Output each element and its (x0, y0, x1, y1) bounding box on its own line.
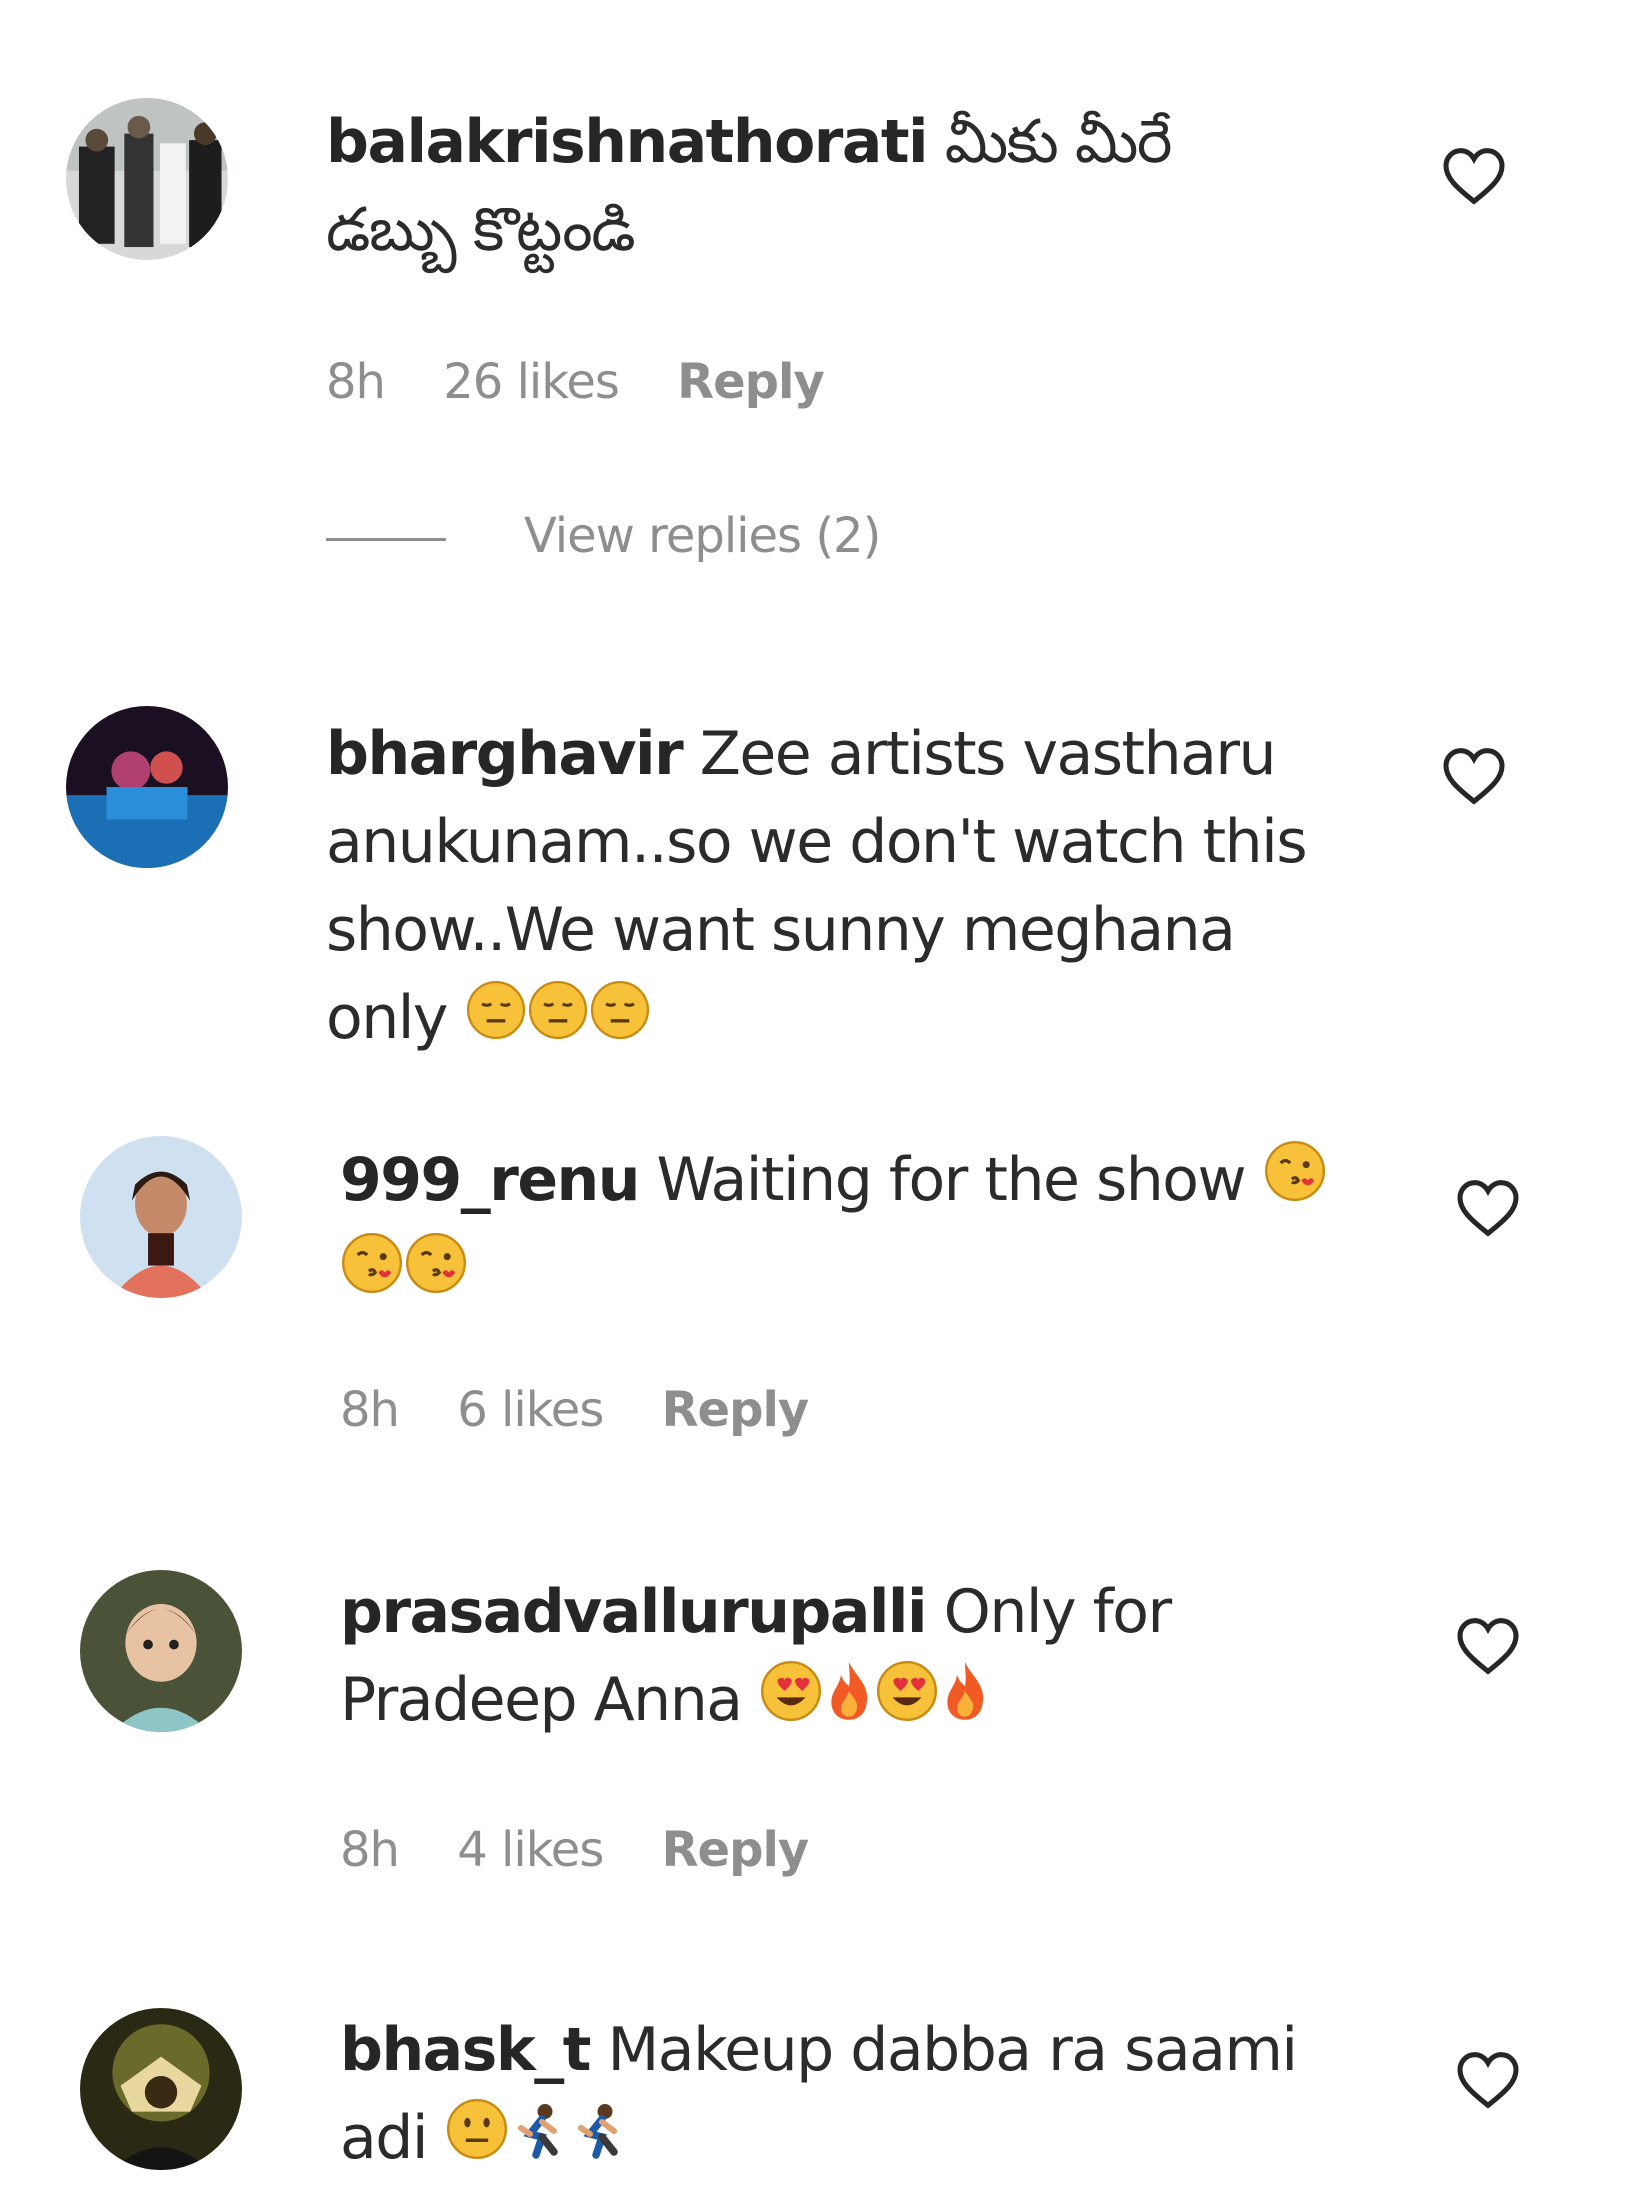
heart-eyes-icon (759, 1659, 823, 1747)
view-replies-button[interactable]: View replies (2) (326, 508, 881, 564)
reply-button[interactable]: Reply (677, 354, 825, 410)
expressionless-face-icon (589, 977, 651, 1065)
expressionless-face-icon (527, 977, 589, 1065)
comment-body: Waiting for the show (656, 1145, 1247, 1215)
comment-text: prasadvallurupalli Only for Pradeep Anna (340, 1568, 1340, 1747)
comment-meta: 8h 26 likes Reply (326, 354, 868, 410)
comment-text: 999_renu Waiting for the show (340, 1136, 1340, 1319)
reply-button[interactable]: Reply (662, 1382, 810, 1438)
view-replies-label[interactable]: View replies (2) (524, 508, 881, 564)
comment-time: 8h (326, 354, 386, 410)
comment-likes[interactable]: 6 likes (457, 1382, 604, 1438)
avatar[interactable] (66, 706, 228, 868)
comment-text: balakrishnathorati మీకు మీరే డబ్బు కొట్ట… (326, 98, 1306, 274)
face-blowing-kiss-icon (404, 1231, 468, 1319)
face-blowing-kiss-icon (1263, 1139, 1327, 1227)
comment-username[interactable]: bharghavir (326, 719, 684, 789)
like-heart-icon[interactable] (1456, 1178, 1520, 1238)
comment-username[interactable]: balakrishnathorati (326, 107, 929, 177)
face-blowing-kiss-icon (340, 1231, 404, 1319)
comment-username[interactable]: 999_renu (340, 1145, 640, 1215)
expressionless-face-icon (465, 977, 527, 1065)
like-heart-icon[interactable] (1442, 146, 1506, 206)
heart-eyes-icon (875, 1659, 939, 1747)
comment-meta: 8h 6 likes Reply (340, 1382, 852, 1438)
fire-icon (939, 1659, 991, 1747)
person-running-icon (569, 2097, 629, 2185)
avatar[interactable] (66, 98, 228, 260)
avatar[interactable] (80, 2008, 242, 2170)
divider-line (326, 537, 446, 541)
comment-time: 8h (340, 1382, 400, 1438)
comment-username[interactable]: bhask_t (340, 2015, 591, 2085)
comment-likes[interactable]: 26 likes (443, 354, 620, 410)
reply-button[interactable]: Reply (662, 1822, 810, 1878)
comment-likes[interactable]: 4 likes (457, 1822, 604, 1878)
comment-text: bharghavir Zee artists vastharu anukunam… (326, 710, 1326, 1065)
neutral-face-icon (445, 2097, 509, 2185)
fire-icon (823, 1659, 875, 1747)
avatar[interactable] (80, 1136, 242, 1298)
like-heart-icon[interactable] (1442, 746, 1506, 806)
avatar[interactable] (80, 1570, 242, 1732)
like-heart-icon[interactable] (1456, 2050, 1520, 2110)
comment-meta: 8h 4 likes Reply (340, 1822, 852, 1878)
comment-time: 8h (340, 1822, 400, 1878)
person-running-icon (509, 2097, 569, 2185)
comment-username[interactable]: prasadvallurupalli (340, 1577, 928, 1647)
comment-text: bhask_t Makeup dabba ra saami adi (340, 2006, 1340, 2185)
like-heart-icon[interactable] (1456, 1616, 1520, 1676)
